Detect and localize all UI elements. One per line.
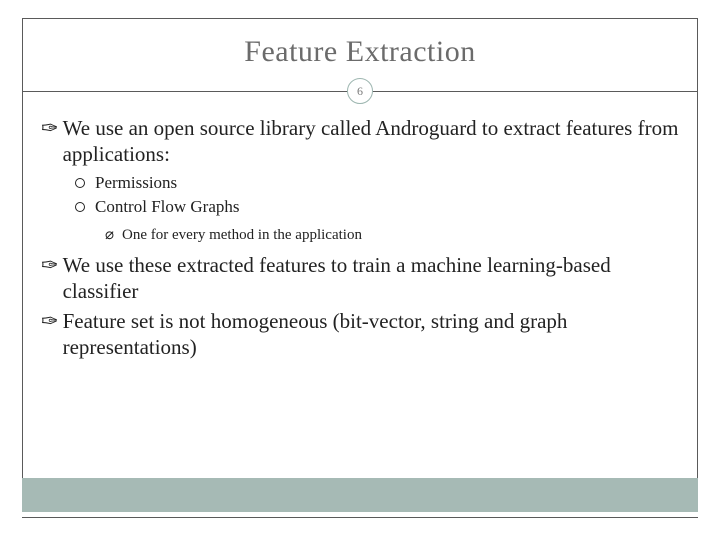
- lvl3-group: ⌀ One for every method in the applicatio…: [41, 225, 679, 245]
- slide-title: Feature Extraction: [23, 19, 697, 77]
- footer-divider: [22, 517, 698, 518]
- bullet-lvl1: ✑ Feature set is not homogeneous (bit-ve…: [41, 308, 679, 361]
- page-badge-row: 6: [23, 77, 697, 105]
- bullet-lvl1: ✑ We use these extracted features to tra…: [41, 252, 679, 305]
- bullet-text: We use these extracted features to train…: [63, 252, 679, 305]
- scissor-bullet-icon: ✑: [41, 252, 59, 278]
- scissor-bullet-icon: ✑: [41, 115, 59, 141]
- bullet-text: One for every method in the application: [122, 225, 362, 245]
- bullet-lvl2: Permissions: [75, 172, 679, 195]
- circle-bullet-icon: [75, 202, 85, 212]
- bullet-lvl3: ⌀ One for every method in the applicatio…: [105, 225, 679, 245]
- bullet-text: Feature set is not homogeneous (bit-vect…: [63, 308, 679, 361]
- bullet-lvl2: Control Flow Graphs: [75, 196, 679, 219]
- scissor-bullet-icon: ✑: [41, 308, 59, 334]
- bullet-text: We use an open source library called And…: [63, 115, 679, 168]
- page-number-badge: 6: [347, 78, 373, 104]
- lvl2-group: Permissions Control Flow Graphs: [41, 172, 679, 220]
- content-area: ✑ We use an open source library called A…: [23, 105, 697, 361]
- slash-circle-bullet-icon: ⌀: [105, 225, 114, 245]
- footer-accent-band: [22, 478, 698, 512]
- slide-frame: Feature Extraction 6 ✑ We use an open so…: [22, 18, 698, 480]
- slide: Feature Extraction 6 ✑ We use an open so…: [0, 0, 720, 540]
- bullet-text: Permissions: [95, 172, 177, 195]
- circle-bullet-icon: [75, 178, 85, 188]
- bullet-lvl1: ✑ We use an open source library called A…: [41, 115, 679, 168]
- bullet-text: Control Flow Graphs: [95, 196, 240, 219]
